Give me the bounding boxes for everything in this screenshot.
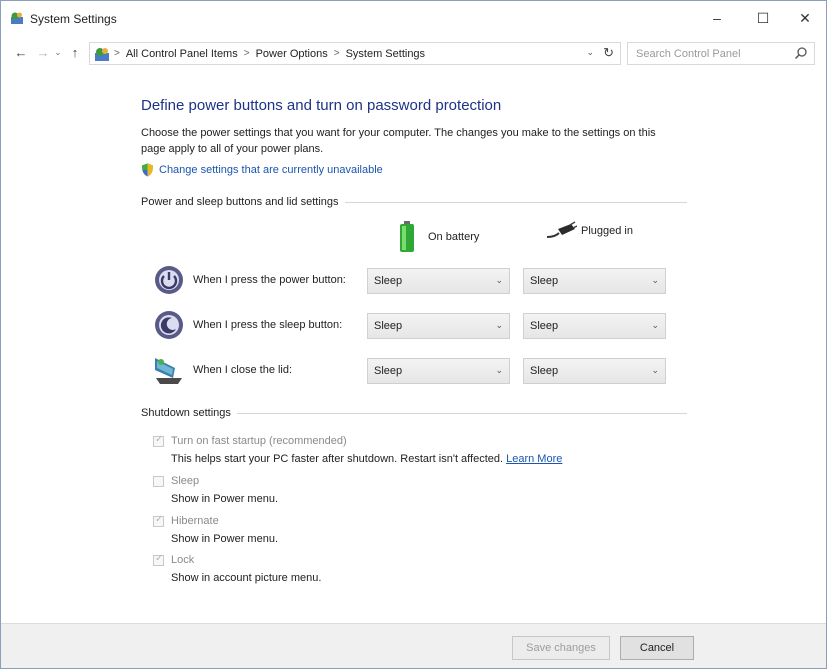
checkmark-icon: ✓ — [155, 553, 164, 564]
back-button[interactable]: ← — [13, 43, 29, 61]
uac-shield-icon — [142, 163, 153, 177]
search-icon[interactable] — [794, 46, 808, 60]
main-content: Define power buttons and turn on passwor… — [1, 71, 826, 621]
control-panel-icon — [95, 47, 109, 61]
chevron-down-icon: ⌄ — [651, 275, 659, 285]
power-plug-icon — [546, 221, 577, 238]
sleep-button-icon — [155, 311, 183, 339]
search-placeholder: Search Control Panel — [636, 48, 741, 60]
chevron-down-icon: ⌄ — [495, 365, 503, 375]
forward-arrow-icon: → — [36, 44, 50, 60]
power-button-label: When I press the power button: — [193, 274, 346, 286]
breadcrumb-separator: > — [114, 48, 120, 59]
control-panel-icon — [11, 12, 23, 24]
fast-startup-label: Turn on fast startup (recommended) — [171, 435, 347, 447]
hibernate-option-label: Hibernate — [171, 515, 219, 527]
fast-startup-description: This helps start your PC faster after sh… — [171, 453, 562, 465]
select-value: Sleep — [374, 320, 403, 332]
checkmark-icon: ✓ — [155, 434, 164, 445]
power-button-icon — [155, 266, 183, 294]
page-title: Define power buttons and turn on passwor… — [141, 97, 502, 114]
sleep-checkbox[interactable] — [153, 476, 164, 487]
power-button-battery-select[interactable]: Sleep ⌄ — [367, 268, 510, 294]
power-button-plugged-select[interactable]: Sleep ⌄ — [523, 268, 666, 294]
breadcrumb-system-settings[interactable]: System Settings — [346, 48, 425, 60]
select-value: Sleep — [530, 320, 559, 332]
address-bar[interactable]: > All Control Panel Items > Power Option… — [89, 42, 621, 65]
system-settings-window: System Settings – ☐ ✕ ← → ⌄ ↑ > All Cont… — [0, 0, 827, 669]
cancel-button[interactable]: Cancel — [620, 636, 694, 660]
sleep-button-label: When I press the sleep button: — [193, 319, 343, 331]
plugged-in-header: Plugged in — [545, 221, 633, 241]
change-unavailable-settings-link[interactable]: Change settings that are currently unava… — [141, 163, 383, 177]
lock-option-label: Lock — [171, 554, 195, 566]
sleep-button-battery-select[interactable]: Sleep ⌄ — [367, 313, 510, 339]
plugged-in-label: Plugged in — [581, 225, 633, 237]
laptop-lid-icon — [155, 358, 182, 384]
hibernate-checkbox[interactable]: ✓ — [153, 514, 164, 527]
search-input[interactable]: Search Control Panel — [627, 42, 815, 65]
select-value: Sleep — [374, 365, 403, 377]
on-battery-label: On battery — [428, 231, 480, 243]
select-value: Sleep — [530, 275, 559, 287]
hibernate-option-description: Show in Power menu. — [171, 533, 278, 545]
fast-startup-checkbox[interactable]: ✓ — [153, 434, 164, 447]
select-value: Sleep — [530, 365, 559, 377]
power-group-label: Power and sleep buttons and lid settings — [141, 196, 345, 208]
learn-more-link[interactable]: Learn More — [506, 453, 562, 465]
sleep-button-plugged-select[interactable]: Sleep ⌄ — [523, 313, 666, 339]
breadcrumb-separator: > — [333, 48, 340, 59]
checkmark-icon: ✓ — [155, 514, 164, 525]
lock-option-description: Show in account picture menu. — [171, 572, 322, 584]
maximize-icon: ☐ — [756, 9, 770, 26]
power-button-row: When I press the power button: Sleep ⌄ S… — [153, 264, 673, 298]
sleep-option-label: Sleep — [171, 475, 200, 487]
fast-startup-desc-text: This helps start your PC faster after sh… — [171, 453, 504, 465]
maximize-button[interactable]: ☐ — [740, 1, 786, 35]
chevron-down-icon: ⌄ — [651, 365, 659, 375]
lock-checkbox[interactable]: ✓ — [153, 553, 164, 566]
window-title: System Settings — [30, 12, 117, 26]
title-bar: System Settings – ☐ ✕ — [1, 1, 826, 35]
battery-icon — [400, 221, 414, 252]
on-battery-header: On battery — [398, 221, 479, 253]
close-lid-row: When I close the lid: Sleep ⌄ Sleep ⌄ — [153, 354, 673, 388]
navigation-bar: ← → ⌄ ↑ > All Control Panel Items > Powe… — [1, 39, 826, 67]
button-bar: Save changes Cancel — [1, 623, 826, 668]
back-arrow-icon: ← — [14, 44, 28, 60]
change-unavailable-settings-label[interactable]: Change settings that are currently unava… — [159, 164, 383, 176]
recent-locations-button[interactable]: ⌄ — [53, 43, 63, 61]
close-icon: ✕ — [799, 9, 811, 26]
chevron-down-icon: ⌄ — [651, 320, 659, 330]
up-button[interactable]: ↑ — [67, 43, 83, 61]
page-description: Choose the power settings that you want … — [141, 127, 656, 155]
sleep-option-description: Show in Power menu. — [171, 493, 278, 505]
save-changes-button[interactable]: Save changes — [512, 636, 610, 660]
close-lid-plugged-select[interactable]: Sleep ⌄ — [523, 358, 666, 384]
sleep-button-row: When I press the sleep button: Sleep ⌄ S… — [153, 309, 673, 343]
close-button[interactable]: ✕ — [782, 1, 827, 35]
chevron-down-icon: ⌄ — [54, 46, 62, 57]
select-value: Sleep — [374, 275, 403, 287]
minimize-button[interactable]: – — [694, 1, 740, 35]
shutdown-group-label: Shutdown settings — [141, 407, 237, 419]
breadcrumb-all-items[interactable]: All Control Panel Items — [126, 48, 238, 60]
minimize-icon: – — [713, 10, 721, 26]
breadcrumb-power-options[interactable]: Power Options — [256, 48, 328, 60]
chevron-down-icon: ⌄ — [495, 275, 503, 285]
chevron-down-icon: ⌄ — [495, 320, 503, 330]
refresh-icon[interactable]: ↻ — [603, 45, 614, 61]
close-lid-label: When I close the lid: — [193, 364, 293, 376]
close-lid-battery-select[interactable]: Sleep ⌄ — [367, 358, 510, 384]
breadcrumb-separator: > — [243, 48, 250, 59]
up-arrow-icon: ↑ — [71, 44, 79, 60]
forward-button[interactable]: → — [35, 43, 51, 61]
address-dropdown-icon[interactable]: ⌄ — [586, 47, 594, 58]
